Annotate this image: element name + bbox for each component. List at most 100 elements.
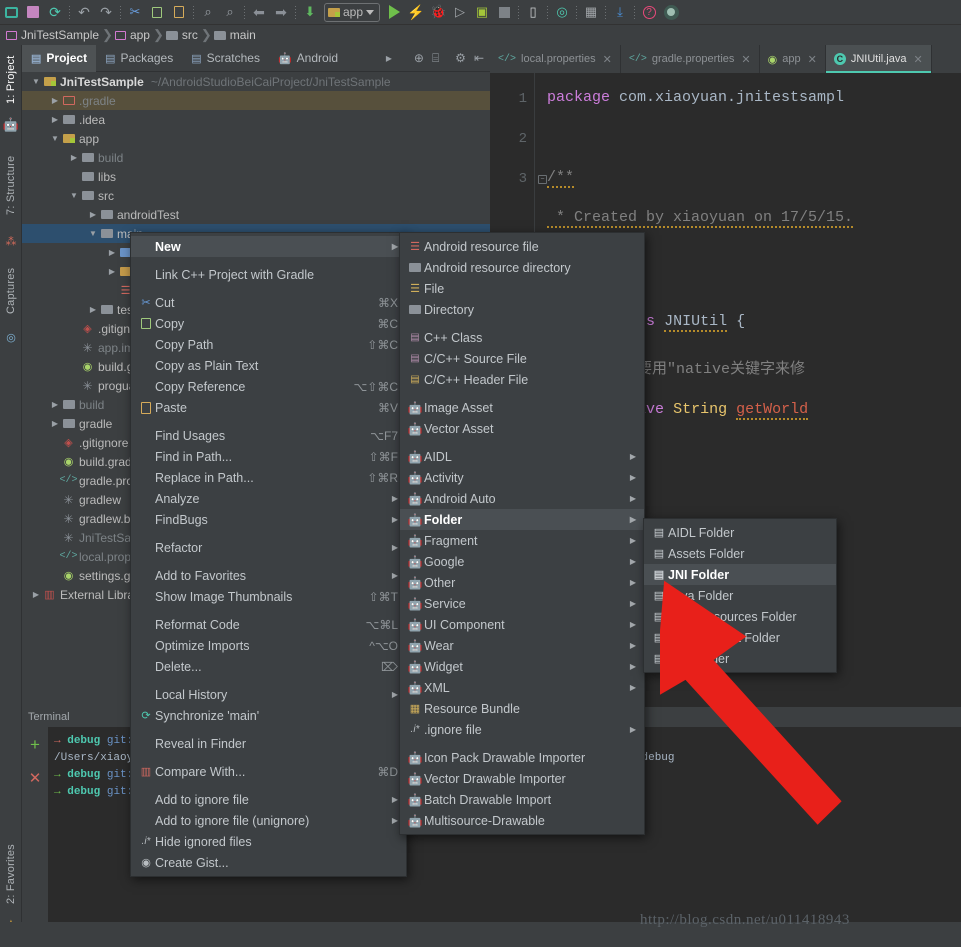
chevron-down-icon[interactable]: ▼ bbox=[30, 77, 42, 86]
close-icon[interactable]: ✕ bbox=[913, 53, 922, 66]
menu-item-synchronize-main[interactable]: ⟳ Synchronize 'main' bbox=[131, 705, 406, 726]
menu-item-wear[interactable]: 🤖 Wear ▶ bbox=[400, 635, 644, 656]
chevron-right-icon[interactable]: ▶ bbox=[49, 115, 61, 124]
chevron-down-icon[interactable]: ▼ bbox=[68, 191, 80, 200]
menu-item-findbugs[interactable]: FindBugs ▶ bbox=[131, 509, 406, 530]
copy-icon[interactable] bbox=[146, 1, 168, 23]
sidebar-item-captures[interactable]: Captures bbox=[0, 257, 22, 325]
sidebar-item-structure[interactable]: 7: Structure bbox=[0, 141, 22, 229]
menu-item-google[interactable]: 🤖 Google ▶ bbox=[400, 551, 644, 572]
attach-debugger-icon[interactable]: ▷ bbox=[449, 1, 471, 23]
menu-item-file[interactable]: ☰ File bbox=[400, 278, 644, 299]
menu-item-folder[interactable]: 🤖 Folder ▶ bbox=[400, 509, 644, 530]
breadcrumb-item-src[interactable]: src bbox=[165, 28, 201, 42]
hide-icon[interactable]: ⇤ bbox=[474, 51, 484, 65]
apply-changes-icon[interactable]: ⚡ bbox=[405, 1, 427, 23]
menu-item-add-to-ignore-file[interactable]: Add to ignore file ▶ bbox=[131, 789, 406, 810]
menu-item-assets-folder[interactable]: ▤ Assets Folder bbox=[644, 543, 836, 564]
menu-item-add-to-favorites[interactable]: Add to Favorites ▶ bbox=[131, 565, 406, 586]
menu-item-analyze[interactable]: Analyze ▶ bbox=[131, 488, 406, 509]
menu-item-fragment[interactable]: 🤖 Fragment ▶ bbox=[400, 530, 644, 551]
menu-item-icon-pack-drawable-importer[interactable]: 🤖 Icon Pack Drawable Importer bbox=[400, 747, 644, 768]
chevron-right-icon[interactable]: ▶ bbox=[49, 96, 61, 105]
tree-item-build[interactable]: ▶ build bbox=[22, 148, 490, 167]
editor-tab-local-properties[interactable]: </> local.properties ✕ bbox=[490, 45, 621, 73]
menu-item-aidl[interactable]: 🤖 AIDL ▶ bbox=[400, 446, 644, 467]
menu-item-find-usages[interactable]: Find Usages ⌥F7 bbox=[131, 425, 406, 446]
menu-item-copy-path[interactable]: Copy Path ⇧⌘C bbox=[131, 334, 406, 355]
menu-item-paste[interactable]: Paste ⌘V bbox=[131, 397, 406, 418]
menu-item-refactor[interactable]: Refactor ▶ bbox=[131, 537, 406, 558]
breadcrumb-item-jnitestsample[interactable]: JniTestSample bbox=[6, 28, 102, 42]
menu-item-vector-drawable-importer[interactable]: 🤖 Vector Drawable Importer bbox=[400, 768, 644, 789]
close-icon[interactable]: ✕ bbox=[29, 769, 42, 787]
menu-item-android-resource-directory[interactable]: Android resource directory bbox=[400, 257, 644, 278]
help-icon[interactable]: ? bbox=[638, 1, 660, 23]
replace-icon[interactable]: ⌕ bbox=[219, 1, 241, 23]
menu-item-optimize-imports[interactable]: Optimize Imports ^⌥O bbox=[131, 635, 406, 656]
save-all-icon[interactable] bbox=[22, 1, 44, 23]
settings-icon[interactable]: ⚙ bbox=[447, 51, 466, 65]
menu-item-java-folder[interactable]: ▤ Java Folder bbox=[644, 585, 836, 606]
menu-item-renderscript-folder[interactable]: ▤ RenderScript Folder bbox=[644, 627, 836, 648]
tab-android[interactable]: 🤖 Android bbox=[269, 45, 347, 72]
menu-item-local-history[interactable]: Local History ▶ bbox=[131, 684, 406, 705]
menu-item-copy-as-plain-text[interactable]: Copy as Plain Text bbox=[131, 355, 406, 376]
run-configuration-selector[interactable]: app bbox=[324, 2, 381, 22]
collapse-all-icon[interactable]: ⌸ bbox=[432, 51, 439, 66]
menu-item-multisource-drawable[interactable]: 🤖 Multisource-Drawable bbox=[400, 810, 644, 831]
more-tabs-icon[interactable]: ▸ bbox=[386, 51, 392, 65]
folder-submenu[interactable]: ▤ AIDL Folder ▤ Assets Folder ▤ JNI Folder ▤ Ja… bbox=[643, 518, 837, 673]
menu-item-java-resources-folder[interactable]: ▤ Java Resources Folder bbox=[644, 606, 836, 627]
menu-item-android-resource-file[interactable]: ☰ Android resource file bbox=[400, 236, 644, 257]
sidebar-item-favorites[interactable]: 2: Favorites bbox=[0, 835, 22, 913]
chevron-right-icon[interactable]: ▶ bbox=[30, 590, 42, 599]
menu-item-batch-drawable-import[interactable]: 🤖 Batch Drawable Import bbox=[400, 789, 644, 810]
chevron-right-icon[interactable]: ▶ bbox=[87, 210, 99, 219]
sdk-manager-icon[interactable]: ⤓ bbox=[609, 1, 631, 23]
menu-item-replace-in-path[interactable]: Replace in Path... ⇧⌘R bbox=[131, 467, 406, 488]
menu-item-c-c++-header-file[interactable]: ▤ C/C++ Header File bbox=[400, 369, 644, 390]
fold-collapse-icon[interactable]: − bbox=[538, 175, 547, 184]
chevron-down-icon[interactable]: ▼ bbox=[87, 229, 99, 238]
android-profiler-icon[interactable]: ▣ bbox=[471, 1, 493, 23]
tree-item--idea[interactable]: ▶ .idea bbox=[22, 110, 490, 129]
menu-item-widget[interactable]: 🤖 Widget ▶ bbox=[400, 656, 644, 677]
close-icon[interactable]: ✕ bbox=[741, 53, 750, 66]
structure-icon[interactable]: ⁂ bbox=[3, 233, 19, 249]
tab-scratches[interactable]: ▤ Scratches bbox=[182, 45, 269, 72]
menu-item-resource-bundle[interactable]: ▦ Resource Bundle bbox=[400, 698, 644, 719]
menu-item-copy[interactable]: Copy ⌘C bbox=[131, 313, 406, 334]
menu-item-other[interactable]: 🤖 Other ▶ bbox=[400, 572, 644, 593]
tree-item-jnitestsample[interactable]: ▼ JniTestSample ~/AndroidStudioBeiCaiProje… bbox=[22, 72, 490, 91]
menu-item-copy-reference[interactable]: Copy Reference ⌥⇧⌘C bbox=[131, 376, 406, 397]
menu-item-compare-with[interactable]: ▥ Compare With... ⌘D bbox=[131, 761, 406, 782]
avd-manager-icon[interactable]: ▯ bbox=[522, 1, 544, 23]
menu-item-link-c++-project-with-gradle[interactable]: Link C++ Project with Gradle bbox=[131, 264, 406, 285]
menu-item-c++-class[interactable]: ▤ C++ Class bbox=[400, 327, 644, 348]
menu-item-aidl-folder[interactable]: ▤ AIDL Folder bbox=[644, 522, 836, 543]
chevron-down-icon[interactable]: ▼ bbox=[49, 134, 61, 143]
forward-icon[interactable]: ➡ bbox=[270, 1, 292, 23]
menu-item-ui-component[interactable]: 🤖 UI Component ▶ bbox=[400, 614, 644, 635]
chevron-right-icon[interactable]: ▶ bbox=[49, 419, 61, 428]
tree-item--gradle[interactable]: ▶ .gradle bbox=[22, 91, 490, 110]
menu-item-delete[interactable]: Delete... ⌦ bbox=[131, 656, 406, 677]
tree-item-src[interactable]: ▼ src bbox=[22, 186, 490, 205]
breadcrumb-item-main[interactable]: main bbox=[213, 28, 259, 42]
open-project-icon[interactable] bbox=[0, 1, 22, 23]
locate-icon[interactable]: ⊕ bbox=[400, 51, 424, 65]
menu-item-jni-folder[interactable]: ▤ JNI Folder bbox=[644, 564, 836, 585]
stop-icon[interactable] bbox=[493, 1, 515, 23]
menu-item-create-gist[interactable]: ◉ Create Gist... bbox=[131, 852, 406, 873]
menu-item-find-in-path[interactable]: Find in Path... ⇧⌘F bbox=[131, 446, 406, 467]
chevron-right-icon[interactable]: ▶ bbox=[106, 248, 118, 257]
tree-item-app[interactable]: ▼ app bbox=[22, 129, 490, 148]
undo-icon[interactable]: ↶ bbox=[73, 1, 95, 23]
menu-item-show-image-thumbnails[interactable]: Show Image Thumbnails ⇧⌘T bbox=[131, 586, 406, 607]
chevron-right-icon[interactable]: ▶ bbox=[106, 267, 118, 276]
sidebar-item-project[interactable]: 1: Project bbox=[0, 47, 22, 113]
close-icon[interactable]: ✕ bbox=[808, 53, 817, 66]
menu-item-directory[interactable]: Directory bbox=[400, 299, 644, 320]
menu-item-hide-ignored-files[interactable]: .i* Hide ignored files bbox=[131, 831, 406, 852]
